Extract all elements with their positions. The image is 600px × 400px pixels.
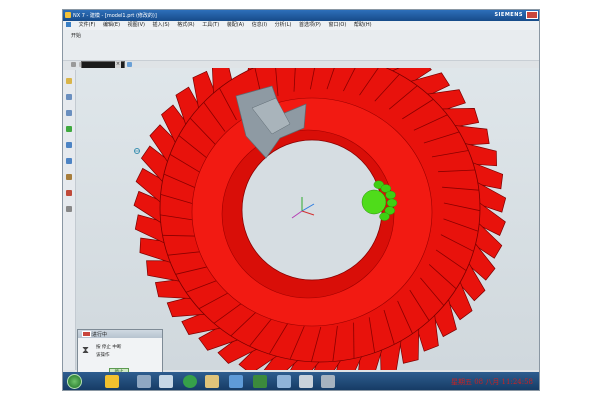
window-close-button[interactable]: [526, 11, 538, 19]
menu-edit[interactable]: 编辑(E): [103, 21, 120, 30]
history-icon[interactable]: [66, 174, 72, 180]
explorer-icon[interactable]: [137, 375, 151, 388]
selection-toolbar: [63, 50, 539, 67]
hd3d-icon[interactable]: [66, 142, 72, 148]
bevel-ring-gear[interactable]: [133, 68, 507, 370]
window-title: NX 7 - 建模 - [model1.prt (修改的)]: [73, 13, 157, 19]
feature-toolbar-icons: [71, 42, 529, 57]
graphics-window[interactable]: [76, 68, 539, 370]
taskbar: 星期五 08 八月 11:24:58: [63, 372, 539, 390]
window-icon[interactable]: [277, 375, 291, 388]
dialog-title-bar: 任务进行中: [78, 330, 162, 338]
document-icon[interactable]: [299, 375, 313, 388]
part-navigator-icon[interactable]: [66, 110, 72, 116]
menu-dropdown-icon[interactable]: [71, 62, 76, 67]
taskbar-clock: 星期五 08 八月 11:24:58: [450, 378, 533, 386]
menu-insert[interactable]: 插入(S): [153, 21, 170, 30]
nx-app-icon[interactable]: [105, 375, 119, 388]
dialog-close-button[interactable]: [82, 331, 91, 337]
origin-marker-icon: [134, 148, 140, 154]
siemens-brand: SIEMENS: [494, 12, 523, 18]
model-view[interactable]: [76, 68, 539, 370]
menu-analysis[interactable]: 分析(L): [275, 21, 292, 30]
menu-preferences[interactable]: 首选项(P): [299, 21, 321, 30]
browser-icon[interactable]: [183, 375, 197, 388]
menu-view[interactable]: 视图(V): [128, 21, 145, 30]
media-icon[interactable]: [229, 375, 243, 388]
snap-existing-icon[interactable]: [127, 62, 132, 67]
tab-close-icon[interactable]: ×: [115, 61, 121, 68]
menu-file[interactable]: 文件(F): [79, 21, 96, 30]
flag-icon[interactable]: [253, 375, 267, 388]
menu-help[interactable]: 帮助(H): [354, 21, 372, 30]
assembly-navigator-icon[interactable]: [66, 78, 72, 84]
start-button[interactable]: 开始: [71, 32, 81, 39]
documents-icon[interactable]: [159, 375, 173, 388]
resource-bar: [63, 70, 76, 370]
windows-orb-icon[interactable]: [67, 374, 82, 389]
dialog-message-line1: 按 停止 中断: [96, 345, 122, 350]
desktop-icon[interactable]: [321, 375, 335, 388]
reuse-library-icon[interactable]: [66, 126, 72, 132]
nx-logo-icon: [65, 12, 71, 18]
hourglass-icon: ⧗: [82, 345, 90, 356]
constraint-navigator-icon[interactable]: [66, 94, 72, 100]
standard-toolbar-icons: [89, 32, 529, 47]
title-bar: NX 7 - 建模 - [model1.prt (修改的)] SIEMENS: [63, 10, 539, 21]
menu-information[interactable]: 信息(I): [252, 21, 267, 30]
web-browser-icon[interactable]: [66, 158, 72, 164]
menu-app-icon[interactable]: [66, 22, 71, 27]
menu-assembly[interactable]: 装配(A): [227, 21, 244, 30]
dialog-message-line2: 该操作: [96, 353, 110, 358]
nx-window: NX 7 - 建模 - [model1.prt (修改的)] SIEMENS 文…: [62, 9, 540, 391]
roles-icon[interactable]: [66, 206, 72, 212]
system-materials-icon[interactable]: [66, 190, 72, 196]
selection-toolbar-icons: [71, 52, 529, 67]
folder-icon[interactable]: [205, 375, 219, 388]
menu-tools[interactable]: 工具(T): [202, 21, 219, 30]
menu-window[interactable]: 窗口(O): [328, 21, 346, 30]
menu-format[interactable]: 格式(R): [177, 21, 194, 30]
